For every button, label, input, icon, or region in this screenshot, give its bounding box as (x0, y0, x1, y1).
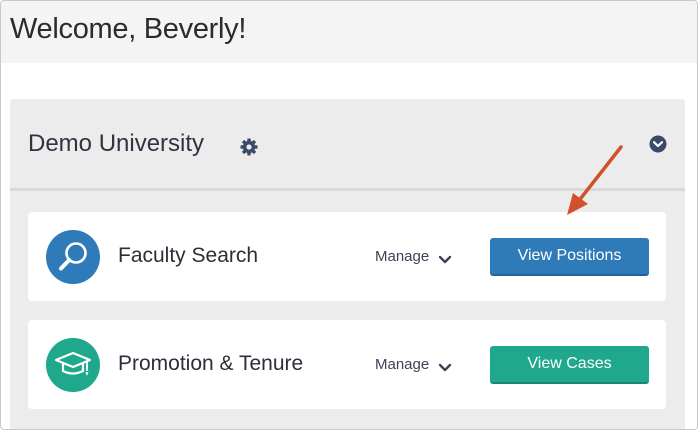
manage-dropdown[interactable]: Manage (375, 248, 429, 265)
graduation-cap-icon (46, 338, 100, 392)
gear-icon[interactable] (239, 137, 259, 157)
org-header[interactable]: Demo University (10, 99, 685, 191)
magnifier-icon (46, 230, 100, 284)
org-name: Demo University (28, 130, 205, 157)
welcome-title: Welcome, Beverly! (10, 13, 247, 45)
org-panel: Demo University Faculty Search Manage Vi… (10, 99, 685, 429)
card-title: Faculty Search (118, 244, 259, 267)
chevron-down-icon[interactable] (438, 360, 452, 372)
app-window: Welcome, Beverly! Demo University Facult… (0, 0, 698, 430)
view-positions-button[interactable]: View Positions (490, 238, 649, 276)
faculty-search-card: Faculty Search Manage View Positions (28, 212, 666, 301)
welcome-header: Welcome, Beverly! (1, 1, 697, 63)
card-title: Promotion & Tenure (118, 352, 304, 375)
promotion-tenure-card: Promotion & Tenure Manage View Cases (28, 320, 666, 409)
chevron-circle-down-icon[interactable] (649, 135, 667, 153)
manage-dropdown[interactable]: Manage (375, 356, 429, 373)
chevron-down-icon[interactable] (438, 252, 452, 264)
view-cases-button[interactable]: View Cases (490, 346, 649, 384)
